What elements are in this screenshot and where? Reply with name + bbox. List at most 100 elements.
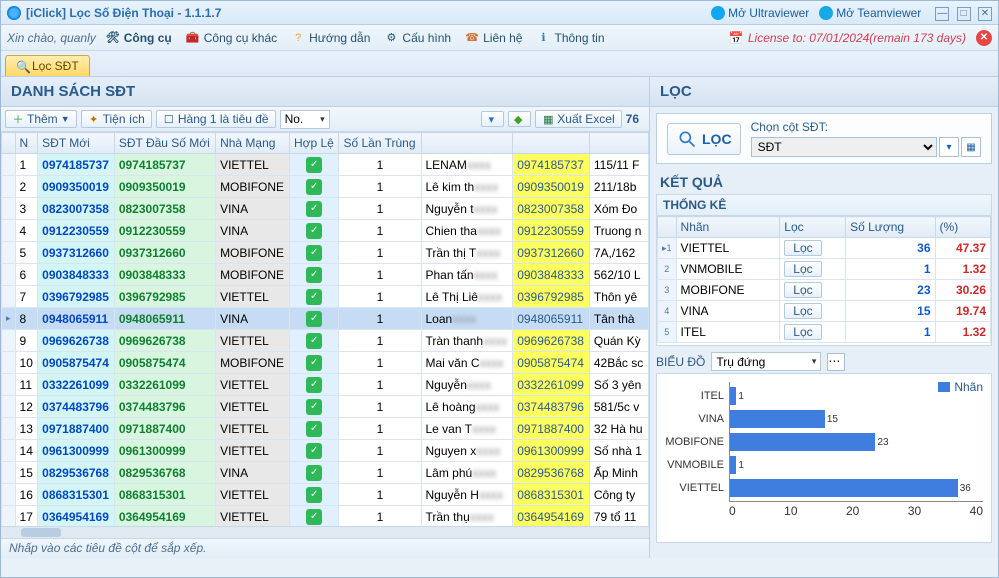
- table-row[interactable]: 1103322610990332261099VIETTEL✓1Nguyễnxxx…: [2, 374, 649, 396]
- kq-column-header[interactable]: Lọc: [780, 217, 846, 238]
- row-indicator: [2, 352, 16, 374]
- table-row[interactable]: 308230073580823007358VINA✓1Nguyễn txxxx0…: [2, 198, 649, 220]
- kq-column-header[interactable]: [658, 217, 677, 238]
- grid-column-header[interactable]: [513, 133, 590, 154]
- hang1-check[interactable]: ☐Hàng 1 là tiêu đề: [156, 110, 276, 128]
- table-row[interactable]: 409122305590912230559VINA✓1Chien thaxxxx…: [2, 220, 649, 242]
- grid-column-header[interactable]: Hợp Lệ: [289, 133, 338, 154]
- kq-row[interactable]: ▸1VIETTELLọc3647.37: [658, 238, 991, 259]
- cell-sdt-dau: 0364954169: [114, 506, 215, 527]
- grid-scroll[interactable]: NSĐT MớiSĐT Đầu Số MớiNhà MạngHợp LệSố L…: [1, 132, 649, 526]
- kq-column-header[interactable]: (%): [935, 217, 990, 238]
- teamviewer-icon: [819, 6, 833, 20]
- cell-so-lan-trung: 1: [339, 176, 421, 198]
- grid-column-header[interactable]: Nhà Mạng: [216, 133, 290, 154]
- filter-funnel-button[interactable]: ▾: [481, 111, 504, 127]
- cell-loc-btn[interactable]: Lọc: [780, 301, 846, 322]
- menu-cau-hinh[interactable]: ⚙Cấu hình: [384, 31, 451, 45]
- cell-loc-btn[interactable]: Lọc: [780, 322, 846, 343]
- grid-column-header[interactable]: [2, 133, 16, 154]
- kq-row[interactable]: 3MOBIFONELọc2330.26: [658, 280, 991, 301]
- loc-button[interactable]: LỌC: [667, 123, 741, 155]
- kq-grid-scroll[interactable]: NhãnLọcSố Lượng(%) ▸1VIETTELLọc3647.372V…: [656, 216, 992, 346]
- table-row[interactable]: 1409613009990961300999VIETTEL✓1Nguyen xx…: [2, 440, 649, 462]
- chart-settings-button[interactable]: ⋯: [827, 353, 845, 371]
- col-select[interactable]: SĐT: [751, 137, 937, 157]
- cell-nha-mang: VIETTEL: [216, 286, 290, 308]
- cell-n: 5: [15, 242, 38, 264]
- cell-so-luong: 23: [846, 280, 935, 301]
- table-row[interactable]: 1703649541690364954169VIETTEL✓1Trần thụx…: [2, 506, 649, 527]
- table-row[interactable]: 1608683153010868315301VIETTEL✓1Nguyễn Hx…: [2, 484, 649, 506]
- cell-hop-le: ✓: [289, 462, 338, 484]
- table-row[interactable]: 109741857370974185737VIETTEL✓1LENAMxxxx0…: [2, 154, 649, 176]
- row-indicator: [2, 440, 16, 462]
- greeting: Xin chào, quanly: [7, 31, 96, 45]
- table-row[interactable]: 1508295367680829536768VINA✓1Lâm phúxxxx0…: [2, 462, 649, 484]
- table-row[interactable]: 1309718874000971887400VIETTEL✓1Le van Tx…: [2, 418, 649, 440]
- open-ultraviewer[interactable]: Mở Ultraviewer: [711, 6, 809, 20]
- cell-dia-chi: Số nhà 1: [589, 440, 648, 462]
- grid-column-header[interactable]: N: [15, 133, 38, 154]
- cell-pct: 30.26: [935, 280, 990, 301]
- cell-sdt2: 0909350019: [513, 176, 590, 198]
- cell-nhan: VIETTEL: [676, 238, 780, 259]
- grid-column-header[interactable]: SĐT Mới: [38, 133, 115, 154]
- table-row[interactable]: 1009058754740905875474MOBIFONE✓1Mai văn …: [2, 352, 649, 374]
- table-row[interactable]: 1203744837960374483796VIETTEL✓1Lê hoàngx…: [2, 396, 649, 418]
- column-combo[interactable]: No.▾: [280, 110, 330, 129]
- cell-loc-btn[interactable]: Lọc: [780, 280, 846, 301]
- check-icon: ✓: [306, 201, 322, 217]
- tab-loc-sdt[interactable]: 🔍 Lọc SĐT: [5, 55, 90, 76]
- grid-column-header[interactable]: [589, 133, 648, 154]
- close-button[interactable]: ✕: [978, 7, 992, 21]
- menu-cong-cu[interactable]: 🛠Công cụ: [106, 31, 172, 45]
- kq-column-header[interactable]: Nhãn: [676, 217, 780, 238]
- cell-sdt-moi: 0364954169: [38, 506, 115, 527]
- loc-panel: LỌC Chọn cột SĐT: SĐT ▾ ▦: [656, 113, 992, 164]
- cell-so-lan-trung: 1: [339, 484, 421, 506]
- menu-lien-he[interactable]: ☎Liên hệ: [465, 31, 522, 45]
- grid-column-header[interactable]: Số Lần Trùng: [339, 133, 421, 154]
- cell-dia-chi: Công ty: [589, 484, 648, 506]
- table-row[interactable]: 909696267380969626738VIETTEL✓1Tràn thanh…: [2, 330, 649, 352]
- maximize-button[interactable]: □: [957, 7, 971, 21]
- table-row[interactable]: 703967929850396792985VIETTEL✓1Lê Thị Liê…: [2, 286, 649, 308]
- kq-row[interactable]: 4VINALọc1519.74: [658, 301, 991, 322]
- col-select-dropdown[interactable]: ▾: [939, 137, 959, 157]
- cell-nha-mang: VIETTEL: [216, 154, 290, 176]
- cell-loc-btn[interactable]: Lọc: [780, 259, 846, 280]
- grid-column-header[interactable]: SĐT Đầu Số Mới: [114, 133, 215, 154]
- table-row[interactable]: 509373126600937312660MOBIFONE✓1Trần thị …: [2, 242, 649, 264]
- col-select-grid[interactable]: ▦: [961, 137, 981, 157]
- check-icon: ✓: [306, 377, 322, 393]
- menu-huong-dan[interactable]: ?Hướng dẫn: [291, 31, 370, 45]
- table-row[interactable]: 609038483330903848333MOBIFONE✓1Phan tấnx…: [2, 264, 649, 286]
- cell-sdt-dau: 0909350019: [114, 176, 215, 198]
- cell-loc-btn[interactable]: Lọc: [780, 238, 846, 259]
- close-tab-button[interactable]: ✕: [976, 30, 992, 46]
- filter-tag-button[interactable]: ◆: [508, 111, 531, 127]
- xuat-excel-button[interactable]: ▦Xuất Excel: [535, 110, 621, 128]
- license-text: License to: 07/01/2024(remain 173 days): [748, 31, 966, 45]
- chart-type-combo[interactable]: Trụ đứng▾: [711, 352, 821, 371]
- table-row[interactable]: ▸809480659110948065911VINA✓1Loanxxxx0948…: [2, 308, 649, 330]
- menu-thong-tin[interactable]: ℹThông tin: [536, 31, 604, 45]
- kq-column-header[interactable]: Số Lượng: [846, 217, 935, 238]
- left-pane: DANH SÁCH SĐT ＋Thêm▼ ✦Tiện ích ☐Hàng 1 l…: [1, 77, 650, 558]
- cell-sdt2: 0823007358: [513, 198, 590, 220]
- them-button[interactable]: ＋Thêm▼: [5, 110, 77, 128]
- grid-column-header[interactable]: [421, 133, 513, 154]
- kq-row[interactable]: 2VNMOBILELọc11.32: [658, 259, 991, 280]
- minimize-button[interactable]: —: [935, 7, 949, 21]
- tabstrip: 🔍 Lọc SĐT: [1, 51, 998, 77]
- table-row[interactable]: 209093500190909350019MOBIFONE✓1Lê kim th…: [2, 176, 649, 198]
- cell-dia-chi: Xóm Đo: [589, 198, 648, 220]
- menu-cong-cu-khac[interactable]: 🧰Công cụ khác: [186, 31, 277, 45]
- open-teamviewer[interactable]: Mở Teamviewer: [819, 6, 921, 20]
- tienich-button[interactable]: ✦Tiện ích: [81, 110, 152, 128]
- cell-hop-le: ✓: [289, 154, 338, 176]
- kq-row[interactable]: 5ITELLọc11.32: [658, 322, 991, 343]
- horizontal-scrollbar[interactable]: [1, 526, 649, 538]
- contact-icon: ☎: [465, 31, 479, 45]
